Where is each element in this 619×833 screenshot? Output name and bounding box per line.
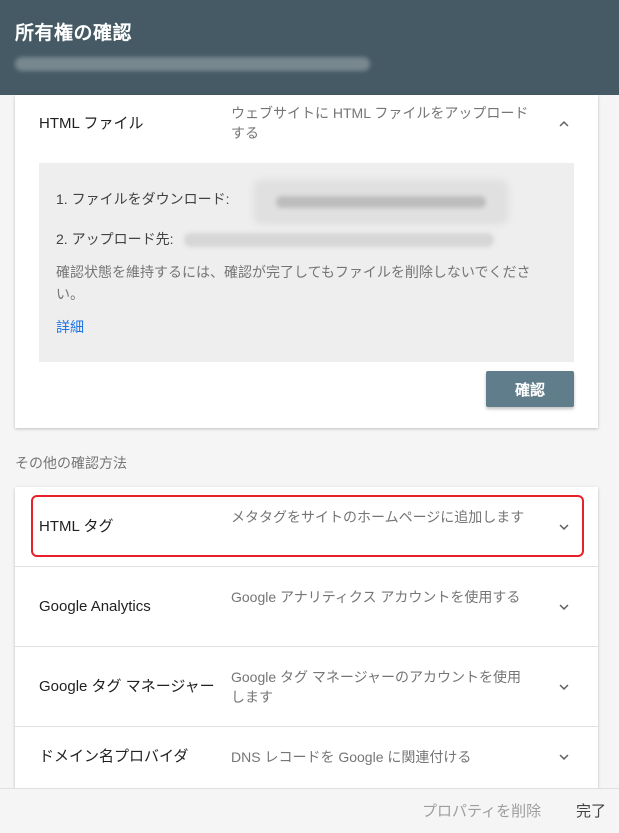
method-name: ドメイン名プロバイダ [39,748,189,765]
html-file-method-card: HTML ファイル ウェブサイトに HTML ファイルをアップロードする 1. … [15,95,598,428]
method-description: DNS レコードを Google に関連付ける [231,749,472,765]
method-row-html-tag[interactable]: HTML タグ メタタグをサイトのホームページに追加します [15,487,598,567]
verification-dialog: 所有権の確認 HTML ファイル ウェブサイトに HTML ファイルをアップロー… [0,0,619,833]
step-upload-label: 2. アップロード先: [56,231,174,247]
other-methods-heading: その他の確認方法 [15,455,127,471]
method-description: メタタグをサイトのホームページに追加します [231,509,525,525]
method-description: Google アナリティクス アカウントを使用する [231,589,521,605]
chevron-down-icon[interactable] [555,678,573,696]
confirm-button[interactable]: 確認 [486,371,574,407]
method-name: Google Analytics [39,598,151,615]
retention-note: 確認状態を維持するには、確認が完了してもファイルを削除しないでください。 [56,264,531,302]
method-row-google-analytics[interactable]: Google Analytics Google アナリティクス アカウントを使用… [15,567,598,647]
other-methods-list: HTML タグ メタタグをサイトのホームページに追加します Google Ana… [15,487,598,797]
done-button[interactable]: 完了 [576,789,606,833]
chevron-down-icon[interactable] [555,748,573,766]
method-description: Google タグ マネージャーのアカウントを使用します [231,669,521,705]
download-file-button-redacted[interactable] [256,182,506,222]
html-file-method-header[interactable]: HTML ファイル ウェブサイトに HTML ファイルをアップロードする [15,95,598,153]
chevron-down-icon[interactable] [555,598,573,616]
step-download-label: 1. ファイルをダウンロード: [56,191,230,207]
details-link[interactable]: 詳細 [56,317,84,337]
method-row-tag-manager[interactable]: Google タグ マネージャー Google タグ マネージャーのアカウントを… [15,647,598,727]
instructions-panel: 1. ファイルをダウンロード: 2. アップロード先: 確認状態を維持するには、… [39,163,574,362]
upload-url-redacted [184,233,494,247]
method-name: HTML タグ [39,518,114,535]
property-url-redacted [15,57,370,71]
method-name: Google タグ マネージャー [39,678,215,695]
method-description: ウェブサイトに HTML ファイルをアップロードする [231,105,529,141]
chevron-up-icon[interactable] [555,115,573,133]
method-name: HTML ファイル [39,115,144,132]
remove-property-button[interactable]: プロパティを削除 [422,789,541,833]
dialog-footer: プロパティを削除 完了 [0,788,619,833]
page-title: 所有権の確認 [15,22,133,44]
dialog-header: 所有権の確認 [0,0,619,95]
chevron-down-icon[interactable] [555,518,573,536]
